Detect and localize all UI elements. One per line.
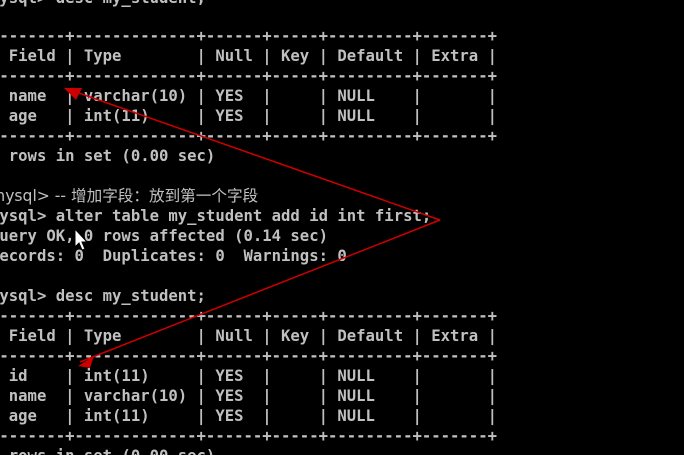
table-row: | age | int(11) | YES | | NULL | | bbox=[0, 107, 497, 125]
table-border-line: +-------+-------------+------+-----+----… bbox=[0, 67, 497, 85]
table-border-line: +-------+-------------+------+-----+----… bbox=[0, 27, 497, 45]
table-border-line: +-------+-------------+------+-----+----… bbox=[0, 127, 497, 145]
table-row: | age | int(11) | YES | | NULL | | bbox=[0, 407, 497, 425]
terminal-window[interactable]: mysql> desc my_student; +-------+-------… bbox=[0, 0, 684, 455]
comment-command-line: mysql> -- 增加字段：放到第一个字段 bbox=[0, 187, 259, 205]
table-row: | name | varchar(10) | YES | | NULL | | bbox=[0, 87, 497, 105]
table-header-row: | Field | Type | Null | Key | Default | … bbox=[0, 327, 497, 345]
mouse-pointer-icon bbox=[74, 228, 89, 251]
alter-command-line: mysql> alter table my_student add id int… bbox=[0, 207, 432, 225]
table-border-line: +-------+-------------+------+-----+----… bbox=[0, 307, 497, 325]
records-line: Records: 0 Duplicates: 0 Warnings: 0 bbox=[0, 247, 347, 265]
table-border-line: +-------+-------------+------+-----+----… bbox=[0, 427, 497, 445]
table-row: | id | int(11) | YES | | NULL | | bbox=[0, 367, 497, 385]
query-ok-line: Query OK, 0 rows affected (0.14 sec) bbox=[0, 227, 328, 245]
table-row: | name | varchar(10) | YES | | NULL | | bbox=[0, 387, 497, 405]
table-border-line: +-------+-------------+------+-----+----… bbox=[0, 347, 497, 365]
table-header-row: | Field | Type | Null | Key | Default | … bbox=[0, 47, 497, 65]
result-summary-line: 3 rows in set (0.00 sec) bbox=[0, 446, 216, 455]
result-summary-line: 2 rows in set (0.00 sec) bbox=[0, 147, 216, 165]
terminal-line: mysql> desc my_student; bbox=[0, 0, 206, 8]
desc-command-line: mysql> desc my_student; bbox=[0, 287, 206, 305]
